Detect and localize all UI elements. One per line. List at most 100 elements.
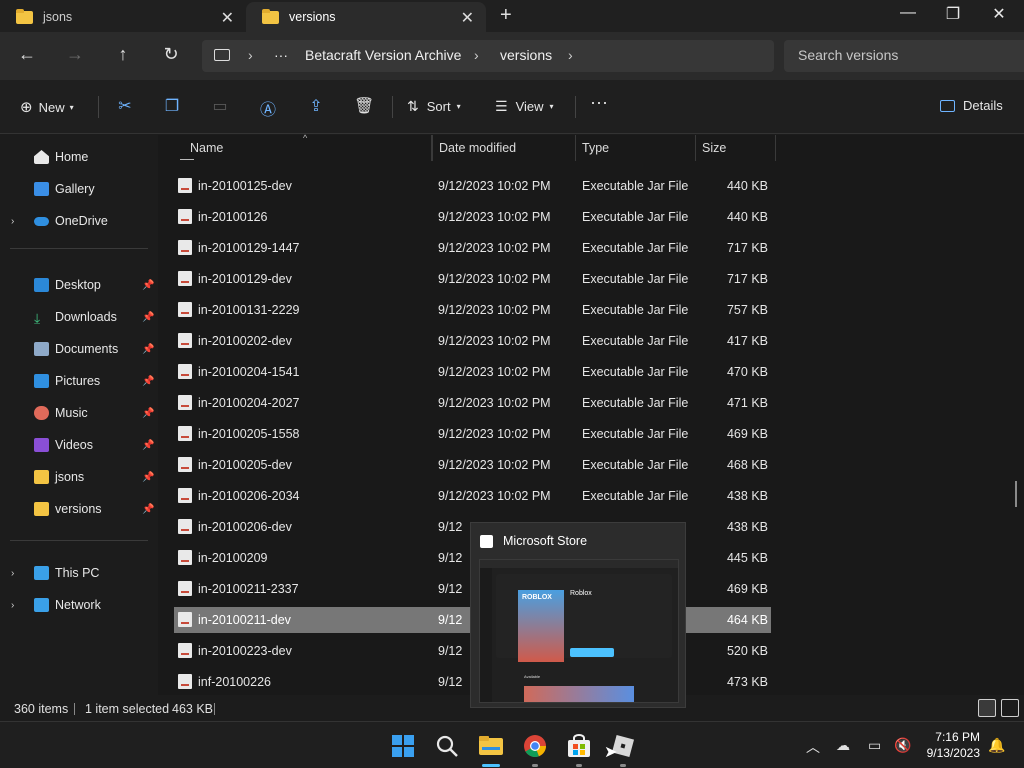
file-row[interactable]: in-20100206-2034 9/12/2023 10:02 PM Execut… — [174, 483, 771, 509]
show-hidden-icons-chevron-icon[interactable]: ︿ — [806, 737, 820, 757]
back-button[interactable]: ← — [15, 44, 39, 65]
start-button[interactable] — [390, 733, 416, 759]
rename-icon[interactable]: Ⓐ — [258, 96, 278, 119]
more-options-button[interactable]: ··· — [590, 92, 608, 113]
file-type: Executable Jar File — [582, 272, 689, 286]
sidebar-item-onedrive[interactable]: › OneDrive — [0, 207, 158, 235]
notification-bell-icon[interactable]: 🔔 — [988, 737, 1005, 754]
view-icon: ☰ — [495, 98, 508, 114]
column-header-size[interactable]: Size — [696, 135, 776, 161]
breadcrumb-versions[interactable]: versions — [500, 47, 552, 63]
share-icon[interactable]: ⇪ — [306, 96, 326, 116]
chevron-right-icon[interactable]: › — [11, 216, 14, 227]
file-row[interactable]: in-20100205-dev 9/12/2023 10:02 PM Executa… — [174, 452, 771, 478]
cut-icon[interactable]: ✂ — [115, 96, 135, 116]
column-header-name[interactable]: Name — [184, 135, 432, 161]
pin-icon[interactable]: 📌 — [142, 312, 154, 323]
delete-icon[interactable]: 🗑 — [354, 96, 374, 116]
tiles-view-button[interactable] — [1001, 699, 1019, 717]
tab-versions[interactable]: versions ✕ — [246, 2, 486, 32]
close-window-button[interactable]: ✕ — [976, 4, 1022, 24]
pin-icon[interactable]: 📌 — [142, 280, 154, 291]
chrome-icon[interactable] — [522, 733, 548, 759]
file-row[interactable]: in-20100125-dev 9/12/2023 10:02 PM Executa… — [174, 173, 771, 199]
sidebar-item-pictures[interactable]: Pictures 📌 — [0, 367, 158, 395]
file-date: 9/12/2023 10:02 PM — [438, 396, 551, 410]
taskbar-preview-window[interactable]: Microsoft Store ROBLOX Roblox Available — [470, 522, 686, 708]
active-indicator — [482, 764, 500, 767]
file-date: 9/12/2023 10:02 PM — [438, 334, 551, 348]
sidebar-item-jsons[interactable]: jsons 📌 — [0, 463, 158, 491]
new-button[interactable]: ⊕ New ▾ — [20, 98, 74, 116]
divider — [392, 96, 393, 118]
file-row[interactable]: in-20100205-1558 9/12/2023 10:02 PM Execut… — [174, 421, 771, 447]
details-view-button[interactable] — [978, 699, 996, 717]
details-button[interactable]: Details — [940, 98, 1003, 113]
pin-icon[interactable]: 📌 — [142, 472, 154, 483]
refresh-button[interactable]: ↻ — [159, 44, 183, 65]
column-header-date[interactable]: Date modified — [432, 135, 576, 161]
jar-file-icon — [178, 395, 192, 410]
jar-file-icon — [178, 333, 192, 348]
clock[interactable]: 7:16 PM 9/13/2023 — [920, 729, 980, 761]
onedrive-tray-icon[interactable]: ☁ — [836, 737, 850, 754]
sidebar-item-home[interactable]: Home — [0, 143, 158, 171]
pin-icon[interactable]: 📌 — [142, 440, 154, 451]
file-type: Executable Jar File — [582, 303, 689, 317]
gallery-icon — [34, 182, 49, 196]
close-tab-icon[interactable]: ✕ — [461, 8, 474, 28]
sidebar-item-downloads[interactable]: ⤓ Downloads 📌 — [0, 303, 158, 331]
pin-icon[interactable]: 📌 — [142, 408, 154, 419]
file-explorer-icon[interactable] — [478, 733, 504, 759]
minimize-button[interactable]: — — [885, 4, 931, 22]
file-row[interactable]: in-20100129-dev 9/12/2023 10:02 PM Executa… — [174, 266, 771, 292]
sidebar-item-label: Desktop — [55, 278, 101, 292]
file-size: 473 KB — [726, 675, 768, 689]
file-row[interactable]: in-20100131-2229 9/12/2023 10:02 PM Execut… — [174, 297, 771, 323]
file-row[interactable]: in-20100129-1447 9/12/2023 10:02 PM Execut… — [174, 235, 771, 261]
sidebar-item-music[interactable]: Music 📌 — [0, 399, 158, 427]
preview-thumbnail[interactable]: ROBLOX Roblox Available — [479, 559, 679, 703]
network-tray-icon[interactable]: ▭ — [868, 737, 881, 754]
sidebar-item-videos[interactable]: Videos 📌 — [0, 431, 158, 459]
search-input[interactable]: Search versions — [784, 40, 1024, 72]
up-button[interactable]: ↑ — [111, 44, 135, 65]
maximize-button[interactable]: ❐ — [930, 4, 976, 24]
jar-file-icon — [178, 550, 192, 565]
column-header-type[interactable]: Type — [576, 135, 696, 161]
pin-icon[interactable]: 📌 — [142, 344, 154, 355]
home-icon — [34, 150, 49, 164]
pin-icon[interactable]: 📌 — [142, 376, 154, 387]
sidebar-item-this-pc[interactable]: › This PC — [0, 559, 158, 587]
folder-icon — [34, 502, 49, 516]
forward-button[interactable]: → — [63, 44, 87, 65]
file-row[interactable]: in-20100204-1541 9/12/2023 10:02 PM Execut… — [174, 359, 771, 385]
chevron-right-icon[interactable]: › — [11, 600, 14, 611]
file-row[interactable]: in-20100126 9/12/2023 10:02 PM Executable … — [174, 204, 771, 230]
tab-jsons[interactable]: jsons ✕ — [0, 2, 246, 32]
scrollbar-thumb[interactable] — [1015, 481, 1017, 507]
breadcrumb-archive[interactable]: Betacraft Version Archive — [305, 47, 461, 63]
search-icon[interactable] — [434, 733, 460, 759]
volume-muted-icon[interactable]: 🔇 — [894, 737, 911, 754]
file-date: 9/12 — [438, 644, 463, 658]
sidebar-item-gallery[interactable]: Gallery — [0, 175, 158, 203]
sidebar-item-versions[interactable]: versions 📌 — [0, 495, 158, 523]
running-indicator — [532, 764, 538, 767]
address-bar[interactable]: › ··· Betacraft Version Archive › versio… — [202, 40, 774, 72]
file-row[interactable]: in-20100204-2027 9/12/2023 10:02 PM Execut… — [174, 390, 771, 416]
microsoft-store-icon[interactable] — [566, 733, 592, 759]
close-tab-icon[interactable]: ✕ — [221, 8, 234, 28]
breadcrumb-more[interactable]: ··· — [274, 47, 288, 63]
sidebar-item-desktop[interactable]: Desktop 📌 — [0, 271, 158, 299]
sort-button[interactable]: ⇅ Sort ▾ — [407, 98, 461, 115]
sidebar-item-network[interactable]: › Network — [0, 591, 158, 619]
file-row[interactable]: in-20100202-dev 9/12/2023 10:02 PM Executa… — [174, 328, 771, 354]
paste-icon[interactable]: ▭ — [210, 96, 230, 116]
view-button[interactable]: ☰ View ▾ — [495, 98, 554, 115]
new-tab-button[interactable]: + — [500, 4, 512, 27]
copy-icon[interactable]: ❐ — [162, 96, 182, 116]
sidebar-item-documents[interactable]: Documents 📌 — [0, 335, 158, 363]
pin-icon[interactable]: 📌 — [142, 504, 154, 515]
chevron-right-icon[interactable]: › — [11, 568, 14, 579]
